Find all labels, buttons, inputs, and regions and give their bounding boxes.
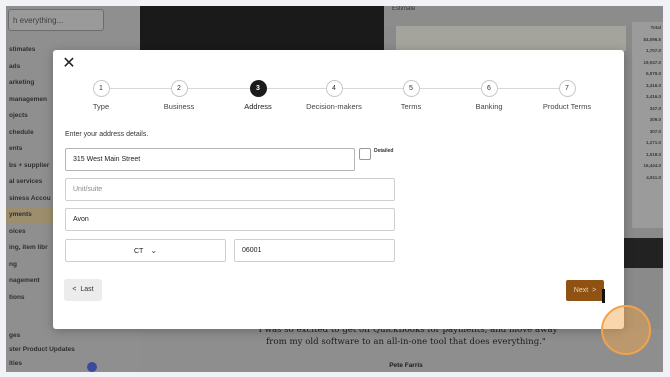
zip-code-field[interactable]: 06001 (234, 239, 395, 262)
background-table-cell: $4,096.5 (643, 36, 661, 42)
chevron-left-icon: < (72, 286, 77, 293)
step-label: Type (92, 102, 110, 111)
city-field[interactable]: Avon (65, 208, 395, 231)
background-table-cell: 5,979.0 (645, 71, 661, 76)
next-button[interactable]: Next > (566, 280, 604, 301)
background-table-cell: 4,911.0 (646, 174, 661, 180)
step-type[interactable]: 1 Type (56, 80, 146, 111)
click-highlight (601, 305, 651, 355)
step-label: Terms (400, 102, 422, 111)
background-table-cell: 1,018.0 (645, 151, 661, 157)
background-table-cell: 1,707.0 (645, 48, 661, 53)
background-table-cell: 3,416.0 (645, 94, 661, 99)
background-table-cell: 309.0 (649, 117, 661, 122)
background-nav-item: ges (9, 332, 21, 339)
step-label: Banking (475, 102, 503, 111)
address-instructions: Enter your address details. (65, 131, 149, 138)
background-table-cell: 3,416.0 (645, 82, 661, 88)
step-number: 6 (480, 80, 498, 97)
chevron-right-icon: > (592, 287, 597, 294)
notification-badge (87, 362, 97, 372)
step-number: 1 (92, 80, 110, 97)
background-table-cell: 347.0 (649, 105, 661, 111)
chevron-down-icon: ⌄ (150, 246, 158, 255)
step-business[interactable]: 2 Business (134, 80, 224, 111)
detailed-checkbox[interactable] (359, 148, 371, 160)
background-nav-item: ster Product Updates (9, 346, 75, 353)
detailed-checkbox-label: Detailed (374, 148, 394, 154)
street-address-field[interactable]: 315 West Main Street (65, 148, 355, 171)
background-photo-strip (396, 26, 626, 51)
step-number: 4 (325, 80, 343, 97)
testimonial-author: Pete Farris (389, 362, 423, 369)
background-estimate-table: Total $4,096.5 1,707.0 19,047.0 5,979.0 3,416… (632, 22, 663, 228)
background-toolbar (384, 6, 663, 26)
last-button-label: Last (80, 286, 94, 293)
mouse-cursor (602, 289, 605, 303)
background-table-cell: 1,271.0 (645, 140, 661, 145)
step-number: 7 (558, 80, 576, 97)
onboarding-modal: ✕ 1 Type 2 Business 3 Address 4 Decision-makers… (53, 50, 651, 355)
step-product-terms[interactable]: 7 Product Terms (522, 80, 612, 111)
background-table-cell: Total (650, 25, 661, 30)
unit-suite-field[interactable]: Unit/suite (65, 178, 395, 201)
step-number: 5 (402, 80, 420, 97)
background-search-input: h everything... (8, 9, 104, 31)
next-button-label: Next (573, 287, 589, 294)
background-dark-panel (618, 238, 663, 268)
step-banking[interactable]: 6 Banking (444, 80, 534, 111)
step-label: Product Terms (542, 102, 592, 111)
step-number: 3 (249, 80, 267, 97)
background-video-panel (140, 6, 384, 51)
last-button[interactable]: < Last (64, 279, 102, 301)
state-select[interactable]: CT ⌄ (65, 239, 226, 262)
close-icon[interactable]: ✕ (61, 56, 77, 72)
background-estimate-label: Estimate (392, 6, 416, 12)
state-value: CT (133, 248, 144, 255)
step-label: Business (163, 102, 195, 111)
step-number: 2 (170, 80, 188, 97)
background-table-cell: 307.0 (649, 128, 661, 134)
background-table-cell: 19,047.0 (643, 59, 661, 65)
app-window: h everything... stimates ads arketing manag… (6, 6, 663, 372)
step-terms[interactable]: 5 Terms (366, 80, 456, 111)
background-table-cell: 16,444.0 (643, 163, 661, 168)
